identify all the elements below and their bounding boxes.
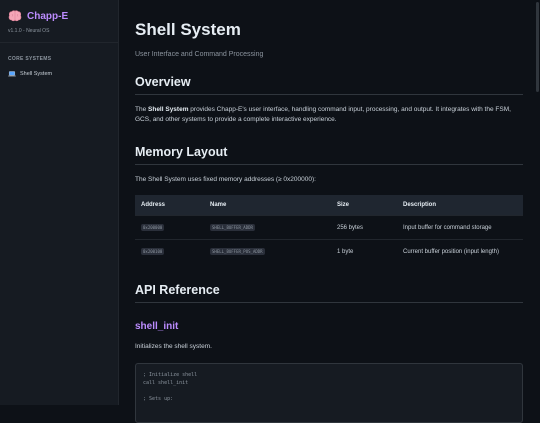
description-cell: Current buffer position (input length) bbox=[397, 239, 523, 263]
main-content: Shell System User Interface and Command … bbox=[135, 0, 523, 423]
size-cell: 1 byte bbox=[331, 239, 397, 263]
function-heading: shell_init bbox=[135, 321, 179, 332]
table-row: 0x200000 SHELL_BUFFER_ADDR 256 bytes Inp… bbox=[135, 215, 523, 240]
name-code: SHELL_BUFFER_POS_ADDR bbox=[210, 247, 265, 255]
memory-heading: Memory Layout bbox=[135, 145, 523, 165]
name-code: SHELL_BUFFER_ADDR bbox=[210, 223, 255, 231]
function-description: Initializes the shell system. bbox=[135, 343, 212, 350]
address-cell: 0x200000 bbox=[135, 215, 204, 240]
name-cell: SHELL_BUFFER_POS_ADDR bbox=[204, 239, 331, 263]
overview-text-before: The bbox=[135, 106, 149, 113]
nav-section-label: CORE SYSTEMS bbox=[8, 56, 52, 62]
page-title: Shell System bbox=[135, 20, 241, 39]
name-cell: SHELL_BUFFER_ADDR bbox=[204, 215, 331, 240]
address-code: 0x200100 bbox=[141, 247, 165, 255]
laptop-icon bbox=[8, 71, 16, 77]
address-cell: 0x200100 bbox=[135, 239, 204, 263]
api-heading: API Reference bbox=[135, 283, 523, 303]
table-row: 0x200100 SHELL_BUFFER_POS_ADDR 1 byte Cu… bbox=[135, 239, 523, 263]
brand-version: v1.1.0 - Neural OS bbox=[8, 28, 50, 34]
column-header: Address bbox=[135, 195, 204, 216]
column-header: Description bbox=[397, 195, 523, 216]
size-cell: 256 bytes bbox=[331, 215, 397, 240]
memory-intro: The Shell System uses fixed memory addre… bbox=[135, 176, 316, 183]
sidebar-item-shell-system[interactable]: Shell System bbox=[0, 67, 118, 81]
memory-table: Address Name Size Description 0x200000 S… bbox=[135, 195, 523, 263]
overview-paragraph: The Shell System provides Chapp-E's user… bbox=[135, 105, 523, 125]
sidebar: Chapp-E v1.1.0 - Neural OS CORE SYSTEMS … bbox=[0, 0, 119, 405]
overview-heading: Overview bbox=[135, 75, 523, 95]
column-header: Size bbox=[331, 195, 397, 216]
scrollbar-thumb[interactable] bbox=[536, 2, 539, 92]
overview-text-after: provides Chapp-E's user interface, handl… bbox=[135, 106, 511, 123]
column-header: Name bbox=[204, 195, 331, 216]
brand-row[interactable]: Chapp-E bbox=[8, 10, 110, 22]
overview-strong: Shell System bbox=[148, 106, 189, 113]
brand: Chapp-E v1.1.0 - Neural OS bbox=[0, 0, 118, 43]
code-block[interactable]: ; Initialize shell call shell_init ; Set… bbox=[135, 363, 523, 423]
sidebar-item-label: Shell System bbox=[20, 71, 53, 77]
scrollbar[interactable] bbox=[535, 0, 540, 405]
description-cell: Input buffer for command storage bbox=[397, 215, 523, 240]
table-header-row: Address Name Size Description bbox=[135, 195, 523, 216]
brand-title: Chapp-E bbox=[27, 10, 69, 22]
page-subtitle: User Interface and Command Processing bbox=[135, 51, 264, 58]
brain-icon bbox=[8, 10, 22, 22]
address-code: 0x200000 bbox=[141, 223, 165, 231]
